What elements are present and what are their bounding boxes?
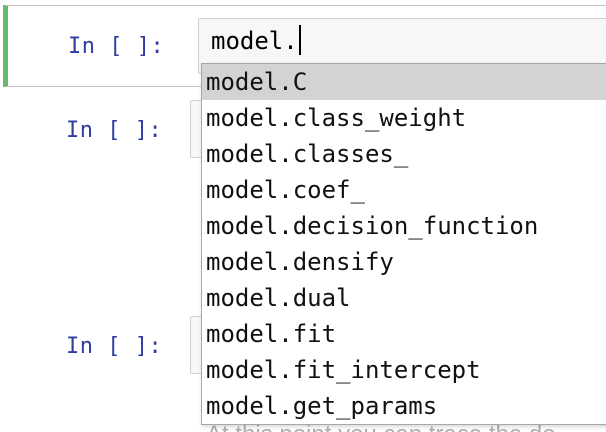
autocomplete-item[interactable]: model.fit_intercept (202, 352, 606, 388)
cell-prompt: In [ ]: (66, 118, 163, 143)
code-input-value: model. (211, 27, 298, 55)
autocomplete-item[interactable]: model.decision_function (202, 208, 606, 244)
autocomplete-item[interactable]: model.classes_ (202, 136, 606, 172)
autocomplete-item[interactable]: model.class_weight (202, 100, 606, 136)
cell-prompt: In [ ]: (68, 34, 165, 59)
autocomplete-item[interactable]: model.densify (202, 244, 606, 280)
autocomplete-item[interactable]: model.coef_ (202, 172, 606, 208)
autocomplete-item[interactable]: model.dual (202, 280, 606, 316)
text-cursor (298, 25, 301, 55)
code-input-text: model. (211, 25, 301, 55)
autocomplete-dropdown[interactable]: model.C model.class_weight model.classes… (201, 63, 606, 425)
autocomplete-item[interactable]: model.fit (202, 316, 606, 352)
autocomplete-item[interactable]: model.C (202, 64, 606, 100)
autocomplete-item[interactable]: model.get_params (202, 388, 606, 424)
cell-prompt: In [ ]: (66, 334, 163, 359)
